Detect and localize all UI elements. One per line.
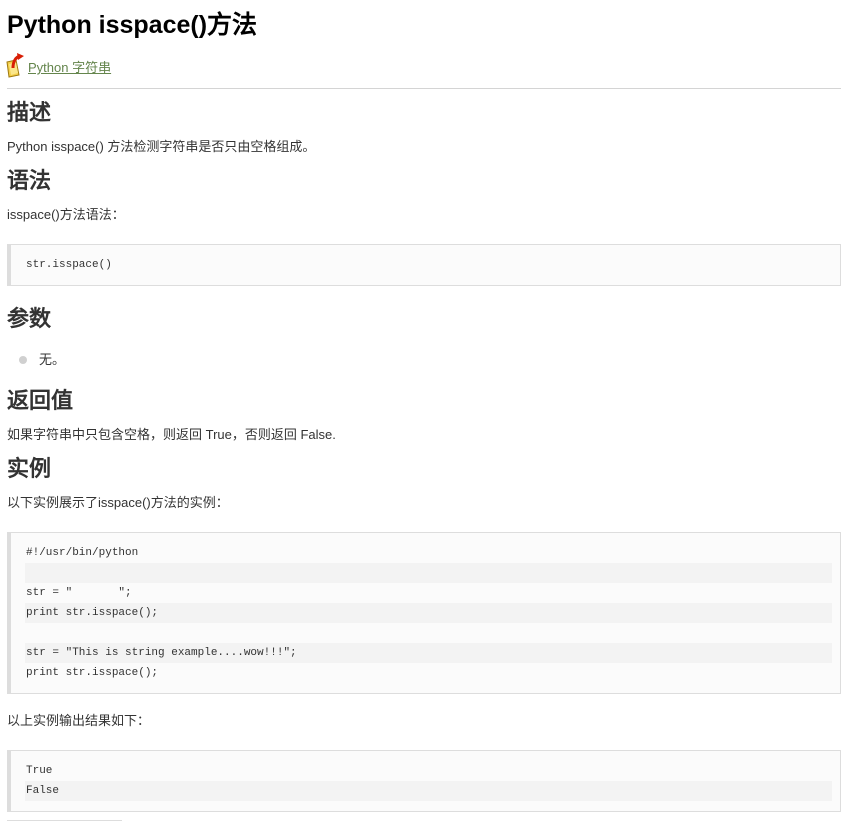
syntax-text: isspace()方法语法： [7,207,125,222]
example-code-block: #!/usr/bin/python str = " "; print str.i… [7,532,841,694]
code-line: #!/usr/bin/python [26,547,139,559]
code-line: True [26,765,53,777]
heading-return-value: 返回值 [7,388,74,413]
back-link-label: Python 字符串 [28,60,112,75]
example-intro: 以下实例展示了isspace()方法的实例： [7,495,229,510]
page-title: Python isspace()方法 [7,11,258,39]
code-line: str = " "; [26,587,132,599]
code-line [25,563,832,583]
back-to-python-strings-link[interactable]: Python 字符串 [5,50,111,78]
param-text: 无。 [39,352,66,367]
return-value-text: 如果字符串中只包含空格，则返回 True，否则返回 False. [7,427,336,442]
code-line: print str.isspace(); [26,667,159,679]
output-code-block: True False [7,750,841,812]
syntax-code-block: str.isspace() [7,244,841,286]
list-item: 无。 [19,351,65,369]
code-line: False [25,781,832,801]
header-divider [7,88,841,89]
output-intro: 以上实例输出结果如下： [7,713,151,728]
code-line: str.isspace() [26,259,112,271]
heading-params: 参数 [7,306,52,331]
code-line: str = "This is string example....wow!!!"… [25,643,832,663]
heading-description: 描述 [7,100,52,125]
return-arrow-folder-icon [5,52,27,78]
heading-syntax: 语法 [7,168,52,193]
heading-example: 实例 [7,456,52,481]
description-text: Python isspace() 方法检测字符串是否只由空格组成。 [7,139,316,154]
bottom-divider [7,820,122,821]
bullet-icon [19,356,27,364]
code-line: print str.isspace(); [25,603,832,623]
